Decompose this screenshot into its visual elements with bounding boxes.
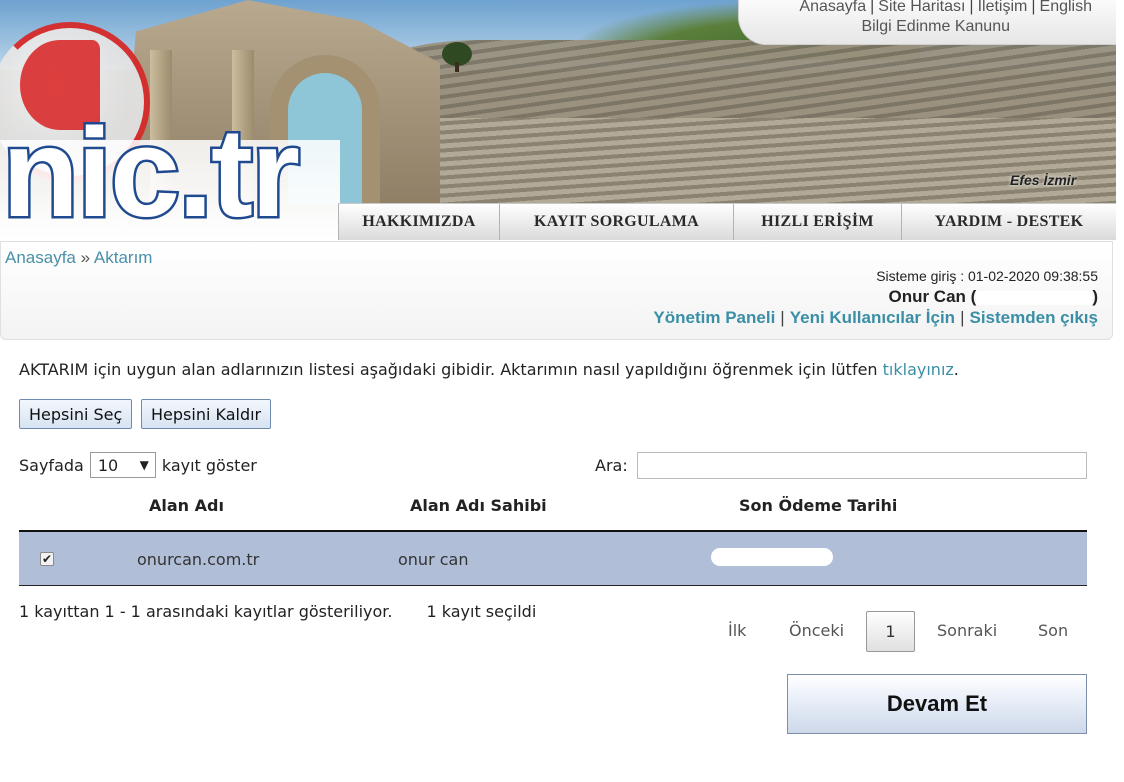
site-header: nic.tr Efes İzmir Anasayfa | Site Haritası… bbox=[0, 0, 1116, 240]
top-link-english[interactable]: English bbox=[1040, 0, 1092, 15]
pager-current-page[interactable]: 1 bbox=[866, 611, 915, 652]
breadcrumb: Anasayfa » Aktarım bbox=[5, 248, 152, 268]
cell-owner: onur can bbox=[398, 550, 469, 569]
page-right-margin bbox=[1116, 0, 1124, 782]
top-link-sitemap[interactable]: Site Haritası bbox=[878, 0, 965, 15]
pager-next[interactable]: Sonraki bbox=[937, 621, 997, 640]
user-link-separator: | bbox=[780, 308, 785, 327]
pager-previous[interactable]: Önceki bbox=[789, 621, 844, 640]
photo-caption: Efes İzmir bbox=[1010, 172, 1077, 188]
page-length-suffix: kayıt göster bbox=[161, 455, 257, 475]
page-length-prefix: Sayfada bbox=[19, 455, 84, 475]
column-header-owner[interactable]: Alan Adı Sahibi bbox=[410, 496, 547, 515]
pager-last[interactable]: Son bbox=[1038, 621, 1068, 640]
column-header-due-date[interactable]: Son Ödeme Tarihi bbox=[739, 496, 897, 515]
page-length-select[interactable]: 10 ▼ bbox=[89, 452, 156, 478]
top-link-home[interactable]: Anasayfa bbox=[799, 0, 866, 15]
header-theatre-steps bbox=[420, 118, 1116, 208]
cell-domain: onurcan.com.tr bbox=[137, 550, 260, 569]
top-links-box: Anasayfa | Site Haritası | İletişim | English … bbox=[738, 0, 1116, 45]
breadcrumb-current[interactable]: Aktarım bbox=[94, 248, 153, 267]
nav-item-quick-access[interactable]: HIZLI ERİŞİM bbox=[733, 204, 901, 240]
redacted-due-date bbox=[711, 548, 833, 566]
breadcrumb-home[interactable]: Anasayfa bbox=[5, 248, 76, 267]
user-info: Onur Can () bbox=[888, 287, 1098, 307]
management-panel-link[interactable]: Yönetim Paneli bbox=[653, 308, 775, 327]
nav-item-help-support[interactable]: YARDIM - DESTEK bbox=[901, 204, 1116, 240]
top-links: Anasayfa | Site Haritası | İletişim | English … bbox=[799, 0, 1092, 37]
intro-help-link[interactable]: tıklayınız bbox=[883, 360, 954, 379]
page-length-control: Sayfada 10 ▼ kayıt göster bbox=[19, 452, 257, 478]
header-tree-trunk bbox=[455, 62, 459, 72]
intro-period: . bbox=[953, 360, 959, 379]
logo-text: nic.tr bbox=[0, 102, 303, 240]
table-info: 1 kayıttan 1 - 1 arasındaki kayıtlar gös… bbox=[19, 602, 536, 621]
user-name: Onur Can bbox=[888, 287, 966, 306]
records-info: 1 kayıttan 1 - 1 arasındaki kayıtlar gös… bbox=[19, 602, 393, 621]
table-row[interactable]: ✔ onurcan.com.tr onur can bbox=[19, 532, 1087, 586]
selected-count: 1 kayıt seçildi bbox=[426, 602, 537, 621]
nav-item-registry-query[interactable]: KAYIT SORGULAMA bbox=[499, 204, 733, 240]
top-link-separator: | bbox=[1031, 0, 1036, 15]
user-paren-close: ) bbox=[1092, 287, 1098, 306]
top-link-separator: | bbox=[870, 0, 875, 15]
logout-link[interactable]: Sistemden çıkış bbox=[969, 308, 1098, 327]
user-link-separator: | bbox=[960, 308, 965, 327]
redacted-user-id bbox=[976, 290, 1093, 305]
breadcrumb-separator: » bbox=[80, 248, 91, 267]
checkmark-icon: ✔ bbox=[41, 552, 53, 566]
logo[interactable]: nic.tr bbox=[0, 0, 340, 240]
search-label: Ara: bbox=[595, 456, 628, 475]
top-link-info-law[interactable]: Bilgi Edinme Kanunu bbox=[861, 18, 1010, 35]
column-header-domain[interactable]: Alan Adı bbox=[149, 496, 224, 515]
intro-text: AKTARIM için uygun alan adlarınızın list… bbox=[19, 360, 959, 379]
session-box: Anasayfa » Aktarım Sisteme giriş : 01-02… bbox=[0, 241, 1113, 340]
top-link-contact[interactable]: İletişim bbox=[978, 0, 1028, 15]
nav-item-about[interactable]: HAKKIMIZDA bbox=[338, 204, 499, 240]
chevron-down-icon: ▼ bbox=[139, 458, 149, 472]
continue-button[interactable]: Devam Et bbox=[787, 674, 1087, 734]
deselect-all-button[interactable]: Hepsini Kaldır bbox=[141, 399, 272, 429]
intro-body: AKTARIM için uygun alan adlarınızın list… bbox=[19, 360, 883, 379]
row-checkbox[interactable]: ✔ bbox=[40, 552, 54, 566]
new-users-link[interactable]: Yeni Kullanıcılar İçin bbox=[790, 308, 955, 327]
select-all-button[interactable]: Hepsini Seç bbox=[19, 399, 133, 429]
pager-first[interactable]: İlk bbox=[728, 621, 746, 640]
login-time: Sisteme giriş : 01-02-2020 09:38:55 bbox=[876, 268, 1098, 284]
page-length-value: 10 bbox=[97, 455, 119, 475]
main-nav: HAKKIMIZDA KAYIT SORGULAMA HIZLI ERİŞİM … bbox=[338, 203, 1116, 240]
user-links: Yönetim Paneli | Yeni Kullanıcılar İçin | Si… bbox=[653, 308, 1098, 328]
search-input[interactable] bbox=[637, 452, 1087, 479]
top-link-separator: | bbox=[969, 0, 974, 15]
